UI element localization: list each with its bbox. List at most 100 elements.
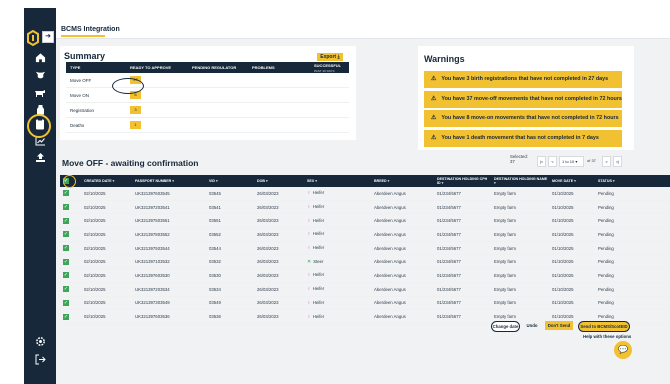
col-pending: PENDING REGULATOR: [188, 62, 248, 73]
row-checkbox[interactable]: ✓: [60, 227, 81, 242]
chart-icon[interactable]: [32, 136, 48, 150]
sex-cell: ♀ Heifer: [304, 227, 371, 242]
col-header[interactable]: DESTINATION HOLDING CPH ID ▾: [434, 175, 491, 187]
moveoff-table: ✓ CREATED DATE ▾ PASSPORT NUMBER ▾ VID ▾ DOB…: [60, 175, 670, 324]
passport-cell: UK321397203541: [132, 200, 206, 215]
warning-item[interactable]: ⚠ You have 37 move-off movements that hav…: [424, 90, 622, 108]
warning-item[interactable]: ⚠ You have 3 birth registrations that hav…: [424, 71, 622, 88]
chat-button[interactable]: 💬: [614, 341, 632, 359]
heifer-icon: ♀: [307, 190, 311, 197]
col-label: SEX: [307, 179, 315, 183]
warnings-card: Warnings ⚠ You have 3 birth registrations…: [418, 46, 634, 150]
ready-count-badge[interactable]: 1: [130, 121, 141, 129]
table-row[interactable]: ✓ 02/10/2025 UK321397803552 03552 26/03/2023…: [60, 227, 670, 242]
sex-cell: ♀ Heifer: [304, 187, 371, 201]
heifer-icon: ♀: [307, 245, 311, 252]
heifer-icon: ♀: [307, 313, 311, 320]
col-header[interactable]: BREED ▾: [371, 175, 434, 187]
table-row[interactable]: ✓ 02/10/2025 UK321397203534 03534 26/03/2023…: [60, 282, 670, 297]
col-header[interactable]: VID ▾: [206, 175, 254, 187]
cph-cell: 01/234/5677: [434, 241, 491, 256]
breed-cell: Aberdeen Angus: [371, 254, 434, 270]
help-options-link[interactable]: Help with these options: [583, 334, 631, 339]
summary-row[interactable]: Registration 3: [66, 102, 349, 118]
warning-item[interactable]: ⚠ You have 8 move-on movements that have …: [424, 110, 622, 127]
undo-button[interactable]: Undo: [524, 321, 540, 330]
row-checkbox[interactable]: ✓: [60, 200, 81, 215]
tab-bcms-integration[interactable]: BCMS Integration: [61, 26, 120, 33]
cattle-icon[interactable]: [32, 88, 48, 102]
check-icon: ✓: [63, 299, 69, 306]
status-cell: Pending: [595, 213, 670, 229]
moveoff-title: Move OFF - awaiting confirmation: [62, 158, 199, 168]
dont-send-button[interactable]: Don't Send: [545, 321, 573, 330]
settings-icon[interactable]: [32, 336, 48, 350]
row-checkbox[interactable]: ✓: [60, 254, 81, 270]
vid-cell: 03549: [206, 296, 254, 311]
logout-icon[interactable]: [32, 354, 48, 368]
first-page-button[interactable]: |<: [537, 156, 546, 167]
next-page-button[interactable]: >: [602, 156, 611, 167]
ready-count-badge[interactable]: 3: [130, 106, 141, 114]
row-checkbox[interactable]: ✓: [60, 268, 81, 283]
col-header[interactable]: PASSPORT NUMBER ▾: [132, 175, 206, 187]
cph-cell: 01/234/5677: [434, 187, 491, 201]
table-row[interactable]: ✓ 02/10/2025 UK321397603530 03530 26/03/2023…: [60, 268, 670, 283]
sex-cell: ♀ Heifer: [304, 200, 371, 215]
table-row[interactable]: ✓ 02/10/2025 UK321397603536 03536 26/03/2023…: [60, 309, 670, 324]
cow-head-icon[interactable]: [32, 69, 48, 83]
prev-page-button[interactable]: <: [548, 156, 557, 167]
warning-text: You have 1 death movement that has not c…: [441, 134, 599, 141]
dob-cell: 26/03/2023: [254, 187, 304, 201]
row-checkbox[interactable]: ✓: [60, 187, 81, 201]
row-checkbox[interactable]: ✓: [60, 282, 81, 297]
breed-cell: Aberdeen Angus: [371, 282, 434, 297]
change-date-button[interactable]: Change date: [491, 321, 520, 332]
collapse-sidebar-button[interactable]: ➜: [42, 31, 54, 43]
summary-row[interactable]: Move ON 8: [66, 87, 349, 103]
selected-count: Selected: 37: [510, 154, 528, 164]
col-header[interactable]: DESTINATION HOLDING NAME ▾: [491, 175, 549, 187]
table-row[interactable]: ✓ 02/10/2025 UK321397303549 03549 26/03/2023…: [60, 296, 670, 311]
table-row[interactable]: ✓ 02/10/2025 UK321397603545 03545 26/03/2023…: [60, 187, 670, 201]
created-date-cell: 02/10/2025: [81, 268, 132, 283]
sex-label: Heifer: [312, 286, 325, 292]
summary-row[interactable]: Deaths 1: [66, 117, 349, 133]
status-cell: Pending: [595, 227, 670, 242]
summary-row[interactable]: Move OFF 37: [66, 73, 349, 88]
created-date-cell: 02/10/2025: [81, 282, 132, 297]
warning-item[interactable]: ⚠ You have 1 death movement that has not …: [424, 129, 622, 147]
send-to-bcms-button[interactable]: Send to BCMS/ScotEID: [578, 321, 630, 332]
pending-cell: [188, 73, 248, 88]
dob-cell: 26/03/2023: [254, 200, 304, 215]
problems-cell: [248, 117, 310, 133]
warning-text: You have 8 move-on movements that have n…: [441, 115, 619, 121]
check-icon: ✓: [63, 204, 69, 211]
sort-icon: ▾: [441, 181, 444, 185]
last-page-button[interactable]: >|: [613, 156, 622, 167]
vid-cell: 03534: [206, 282, 254, 297]
table-row[interactable]: ✓ 02/10/2025 UK321397503551 03551 26/03/2023…: [60, 213, 670, 229]
table-row[interactable]: ✓ 02/10/2025 UK321397103532 03532 26/03/2023…: [60, 254, 670, 270]
holding-name-cell: Empty farm: [491, 254, 549, 270]
col-header[interactable]: DOB ▾: [254, 175, 304, 187]
col-header[interactable]: CREATED DATE ▾: [81, 175, 132, 187]
row-checkbox[interactable]: ✓: [60, 309, 81, 324]
upload-icon[interactable]: [32, 152, 48, 166]
row-checkbox[interactable]: ✓: [60, 213, 81, 229]
home-icon[interactable]: [32, 52, 48, 66]
cph-cell: 01/234/5677: [434, 227, 491, 242]
move-date-cell: 01/10/2025: [549, 241, 595, 256]
table-row[interactable]: ✓ 02/10/2025 UK321397203541 03541 26/03/2023…: [60, 200, 670, 215]
sidebar: ➜: [0, 0, 56, 384]
export-button[interactable]: Export ⤓: [317, 53, 343, 61]
check-icon: ✓: [63, 313, 69, 320]
col-header[interactable]: MOVE DATE ▾: [549, 175, 595, 187]
page-size-select[interactable]: 1 to 10 ▾: [559, 156, 584, 167]
row-checkbox[interactable]: ✓: [60, 241, 81, 256]
row-checkbox[interactable]: ✓: [60, 296, 81, 311]
col-header[interactable]: SEX ▾: [304, 175, 371, 187]
successful-sub: PAST 30 DAYS: [314, 68, 335, 73]
col-header[interactable]: STATUS ▾: [595, 175, 670, 187]
table-row[interactable]: ✓ 02/10/2025 UK321397503544 03544 26/03/2023…: [60, 241, 670, 256]
